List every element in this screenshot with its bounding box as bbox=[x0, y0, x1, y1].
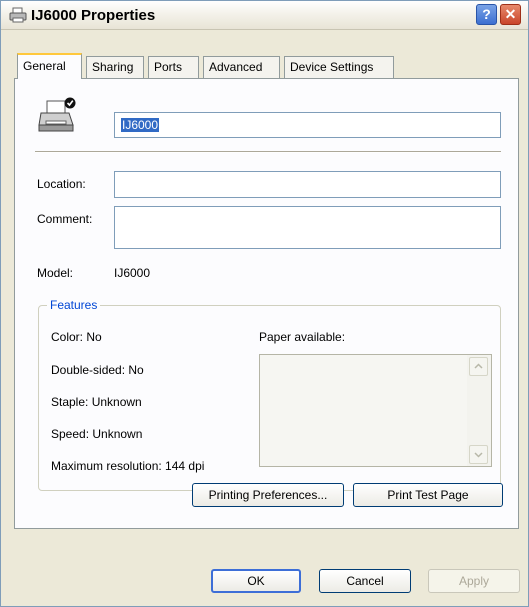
scroll-up-arrow-icon bbox=[474, 363, 483, 369]
tab-general[interactable]: General bbox=[17, 53, 82, 79]
printer-small-icon bbox=[9, 7, 27, 23]
paper-available-label: Paper available: bbox=[259, 330, 346, 344]
printer-name-input[interactable]: IJ6000 bbox=[114, 112, 501, 138]
location-label: Location: bbox=[37, 177, 86, 191]
tab-ports[interactable]: Ports bbox=[148, 56, 199, 78]
printing-preferences-button[interactable]: Printing Preferences... bbox=[192, 483, 344, 507]
properties-dialog: IJ6000 Properties ? ✕ General Sharing Po… bbox=[0, 0, 529, 607]
model-label: Model: bbox=[37, 266, 74, 280]
print-test-page-button[interactable]: Print Test Page bbox=[353, 483, 503, 507]
cancel-button[interactable]: Cancel bbox=[319, 569, 411, 593]
printer-default-icon bbox=[38, 97, 76, 132]
scroll-down-arrow-icon bbox=[474, 452, 483, 458]
comment-field[interactable] bbox=[114, 206, 501, 249]
tab-general-label: General bbox=[23, 59, 66, 73]
location-field[interactable] bbox=[114, 171, 501, 198]
tab-advanced[interactable]: Advanced bbox=[203, 56, 280, 78]
features-title: Features bbox=[47, 298, 101, 312]
feature-staple: Staple: Unknown bbox=[51, 395, 142, 409]
help-button[interactable]: ? bbox=[476, 4, 497, 25]
tab-advanced-label: Advanced bbox=[209, 60, 263, 74]
printer-name-text: IJ6000 bbox=[121, 118, 160, 132]
help-icon: ? bbox=[482, 6, 491, 22]
feature-double-sided: Double-sided: No bbox=[51, 363, 144, 377]
paper-available-list[interactable] bbox=[259, 354, 492, 467]
tab-ports-label: Ports bbox=[154, 60, 183, 74]
feature-color: Color: No bbox=[51, 330, 102, 344]
separator bbox=[35, 151, 501, 153]
model-value: IJ6000 bbox=[114, 266, 151, 280]
title-bar[interactable]: IJ6000 Properties ? ✕ bbox=[1, 1, 528, 30]
feature-speed: Speed: Unknown bbox=[51, 427, 143, 441]
tab-sharing[interactable]: Sharing bbox=[86, 56, 144, 78]
feature-max-resolution: Maximum resolution: 144 dpi bbox=[51, 459, 205, 473]
tab-device-settings-label: Device Settings bbox=[290, 60, 374, 74]
paper-list-scrollbar[interactable] bbox=[467, 355, 491, 466]
close-icon: ✕ bbox=[504, 6, 517, 22]
ok-button[interactable]: OK bbox=[211, 569, 301, 593]
tab-device-settings[interactable]: Device Settings bbox=[284, 56, 394, 78]
scroll-up-button[interactable] bbox=[469, 357, 488, 376]
scroll-down-button[interactable] bbox=[469, 445, 488, 464]
window-title: IJ6000 Properties bbox=[31, 7, 156, 24]
close-button[interactable]: ✕ bbox=[500, 4, 521, 25]
tab-sharing-label: Sharing bbox=[92, 60, 134, 74]
comment-label: Comment: bbox=[37, 212, 93, 226]
apply-button[interactable]: Apply bbox=[428, 569, 520, 593]
